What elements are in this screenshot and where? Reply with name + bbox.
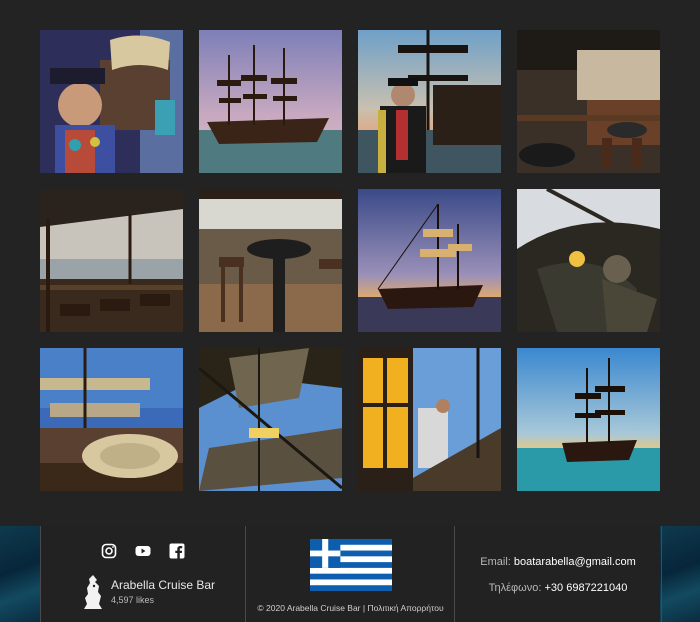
privacy-policy-link[interactable]: Πολιτική Απορρήτου: [367, 603, 443, 613]
gallery-image-rigging-sails[interactable]: [199, 348, 342, 491]
greek-flag-icon: [310, 539, 392, 591]
gallery-image-ship-bar-interior[interactable]: [517, 30, 660, 173]
photo-gallery: [0, 0, 700, 526]
youtube-icon[interactable]: [135, 543, 151, 559]
phone-label: Τηλέφωνο:: [488, 582, 542, 594]
footer-center-column: © 2020 Arabella Cruise Bar | Πολιτική Απ…: [245, 526, 455, 622]
email-label: Email:: [480, 556, 511, 568]
copyright-line: © 2020 Arabella Cruise Bar | Πολιτική Απ…: [246, 603, 455, 613]
gallery-image-pirate-portrait[interactable]: [40, 30, 183, 173]
gallery-image-pirate-ship-sailing[interactable]: [199, 30, 342, 173]
footer-social-column: Arabella Cruise Bar 4,597 likes: [40, 526, 246, 622]
gallery-image-deck-seating[interactable]: [40, 189, 183, 332]
pirate-logo-icon[interactable]: [81, 574, 105, 610]
contact-phone: Τηλέφωνο: +30 6987221040: [455, 582, 661, 594]
gallery-image-deck-bar-stools[interactable]: [199, 189, 342, 332]
footer-contact-column: Email: boatarabella@gmail.com Τηλέφωνο: …: [454, 526, 662, 622]
copyright-text: © 2020 Arabella Cruise Bar: [257, 603, 361, 613]
gallery-image-ship-at-sunset[interactable]: [358, 189, 501, 332]
gallery-image-ship-at-sea[interactable]: [517, 348, 660, 491]
sea-background-right: [660, 526, 700, 622]
contact-email: Email: boatarabella@gmail.com: [455, 556, 661, 568]
gallery-image-figurehead[interactable]: [517, 189, 660, 332]
email-link[interactable]: boatarabella@gmail.com: [514, 556, 636, 568]
copyright-separator: |: [362, 603, 366, 613]
page-likes: 4,597 likes: [111, 595, 155, 605]
facebook-icon[interactable]: [169, 543, 185, 559]
gallery-image-lantern-and-rigging[interactable]: [358, 348, 501, 491]
phone-link[interactable]: +30 6987221040: [545, 582, 628, 594]
gallery-image-rope-and-masts[interactable]: [40, 348, 183, 491]
instagram-icon[interactable]: [101, 543, 117, 559]
gallery-image-captain-on-deck[interactable]: [358, 30, 501, 173]
social-links: [101, 543, 185, 559]
sea-background-left: [0, 526, 40, 622]
page-name[interactable]: Arabella Cruise Bar: [111, 578, 215, 592]
site-footer: Arabella Cruise Bar 4,597 likes © 2020 A…: [0, 526, 700, 622]
